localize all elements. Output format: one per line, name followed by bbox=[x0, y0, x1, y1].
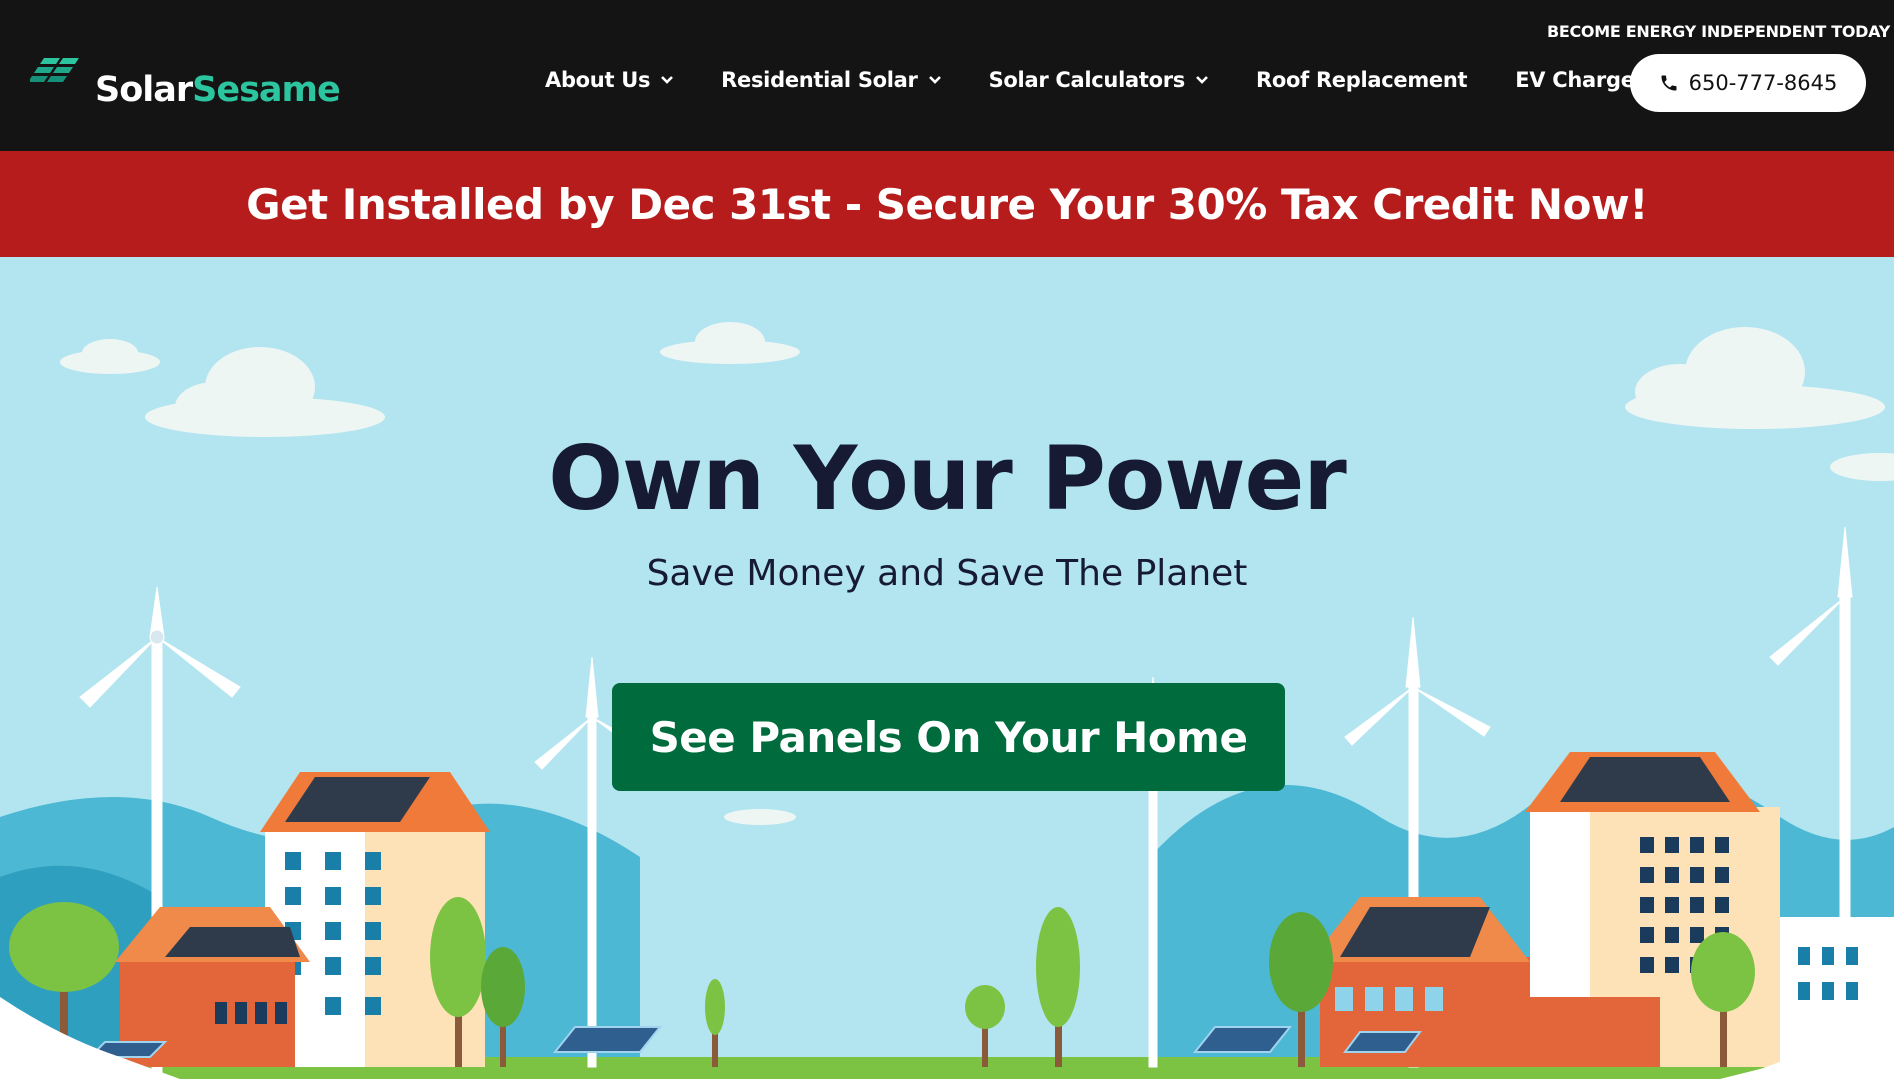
nav-roof-replacement[interactable]: Roof Replacement bbox=[1255, 68, 1468, 92]
nav-solar-calculators-label: Solar Calculators bbox=[988, 68, 1186, 92]
chevron-down-icon bbox=[661, 76, 674, 84]
logo-solar-text: Solar bbox=[95, 70, 193, 110]
site-logo[interactable]: SolarSesame bbox=[30, 56, 341, 116]
chevron-down-icon bbox=[928, 76, 941, 84]
logo-sesame-text: Sesame bbox=[192, 70, 341, 110]
nav-residential-solar-label: Residential Solar bbox=[721, 68, 918, 92]
chevron-down-icon bbox=[1196, 76, 1208, 84]
solar-panels-icon bbox=[30, 58, 79, 82]
nav-ev-charger[interactable]: EV Charger bbox=[1515, 68, 1645, 92]
nav-roof-replacement-label: Roof Replacement bbox=[1255, 68, 1468, 92]
nav-about-us-label: About Us bbox=[545, 68, 651, 92]
hero-subtitle: Save Money and Save The Planet bbox=[646, 553, 1248, 594]
nav-ev-charger-label: EV Charger bbox=[1515, 68, 1645, 92]
phone-number: 650-777-8645 bbox=[1688, 71, 1838, 95]
promo-text: Get Installed by Dec 31st - Secure Your … bbox=[246, 179, 1648, 229]
site-header: SolarSesame BECOME ENERGY INDEPENDENT TO… bbox=[0, 0, 1894, 151]
phone-icon bbox=[1661, 75, 1677, 91]
city-illustration bbox=[0, 322, 1894, 1079]
nav-about-us[interactable]: About Us bbox=[545, 68, 674, 92]
logo-wordmark: SolarSesame bbox=[95, 70, 341, 110]
main-nav: About Us Residential Solar Solar Calcula… bbox=[545, 68, 1645, 92]
see-panels-button[interactable]: See Panels On Your Home bbox=[612, 683, 1285, 791]
header-tagline: BECOME ENERGY INDEPENDENT TODAY bbox=[1546, 22, 1890, 41]
hero-title: Own Your Power bbox=[548, 427, 1347, 530]
hero-section: Own Your Power Save Money and Save The P… bbox=[0, 257, 1894, 1079]
nav-solar-calculators[interactable]: Solar Calculators bbox=[989, 68, 1209, 92]
phone-button[interactable]: 650-777-8645 bbox=[1630, 54, 1866, 112]
promo-banner[interactable]: Get Installed by Dec 31st - Secure Your … bbox=[0, 151, 1894, 257]
nav-residential-solar[interactable]: Residential Solar bbox=[721, 68, 941, 92]
